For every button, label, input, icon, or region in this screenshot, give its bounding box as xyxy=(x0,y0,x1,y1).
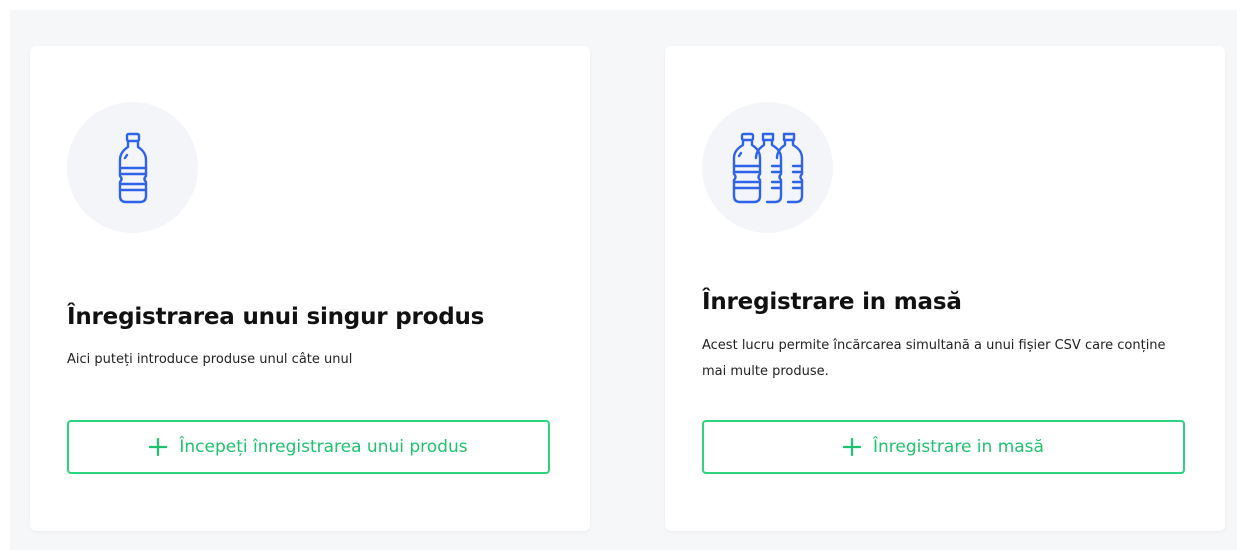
bulk-registration-card: Înregistrare in masă Acest lucru permite… xyxy=(665,46,1225,531)
bulk-registration-label: Înregistrare in masă xyxy=(873,437,1044,457)
bulk-registration-description: Acest lucru permite încărcarea simultană… xyxy=(702,338,1166,379)
content-panel: Înregistrarea unui singur produs Aici pu… xyxy=(10,10,1237,550)
single-product-card: Înregistrarea unui singur produs Aici pu… xyxy=(30,46,590,531)
single-product-title: Înregistrarea unui singur produs xyxy=(67,304,485,330)
single-bottle-icon xyxy=(118,132,147,203)
bulk-registration-button[interactable]: Înregistrare in masă xyxy=(702,420,1185,474)
single-product-description: Aici puteți introduce produse unul câte … xyxy=(67,352,353,367)
plus-icon xyxy=(843,438,862,456)
multiple-bottles-icon xyxy=(732,132,803,203)
start-single-registration-button[interactable]: Începeți înregistrarea unui produs xyxy=(67,420,550,474)
multiple-bottles-icon-container xyxy=(702,102,833,233)
bulk-registration-title: Înregistrare in masă xyxy=(702,289,962,315)
start-single-registration-label: Începeți înregistrarea unui produs xyxy=(179,437,468,457)
plus-icon xyxy=(149,438,168,456)
single-bottle-icon-container xyxy=(67,102,198,233)
